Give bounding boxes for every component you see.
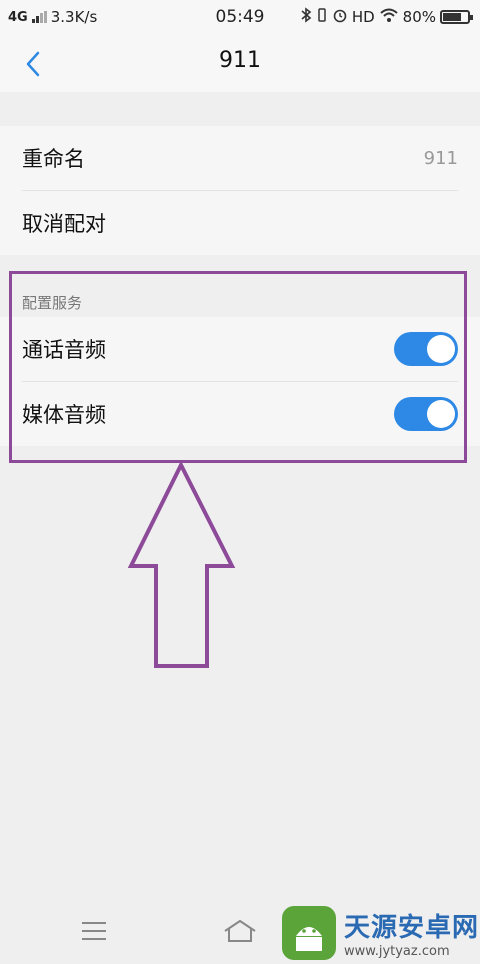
wifi-icon [379, 7, 399, 27]
home-icon[interactable] [222, 918, 258, 944]
status-right: HD 80% [300, 7, 473, 27]
device-settings-group: 重命名 911 取消配对 [0, 126, 480, 255]
menu-icon[interactable] [82, 922, 106, 940]
rename-value: 911 [423, 147, 458, 169]
annotation-highlight-box [9, 271, 467, 463]
unpair-row[interactable]: 取消配对 [22, 191, 458, 255]
status-bar: 4G 3.3K/s 05:49 HD 80% [0, 0, 480, 34]
unpair-label: 取消配对 [22, 212, 106, 236]
watermark-name: 天源安卓网 [344, 913, 480, 943]
battery-icon [440, 10, 473, 24]
battery-fill [443, 13, 461, 21]
vibrate-icon [316, 7, 328, 27]
android-logo-icon [282, 906, 336, 960]
rename-row[interactable]: 重命名 911 [22, 126, 458, 191]
watermark: 天源安卓网 www.jytyaz.com [282, 906, 479, 960]
annotation-up-arrow-icon [128, 462, 236, 668]
hd-label: HD [351, 8, 375, 26]
bluetooth-icon [300, 7, 312, 27]
header: 911 [0, 34, 480, 92]
rename-label: 重命名 [22, 147, 85, 171]
page-title: 911 [219, 48, 261, 73]
watermark-text: 天源安卓网 www.jytyaz.com [344, 907, 479, 959]
battery-percent: 80% [402, 8, 436, 26]
alarm-icon [332, 7, 348, 27]
watermark-url: www.jytyaz.com [344, 944, 450, 959]
